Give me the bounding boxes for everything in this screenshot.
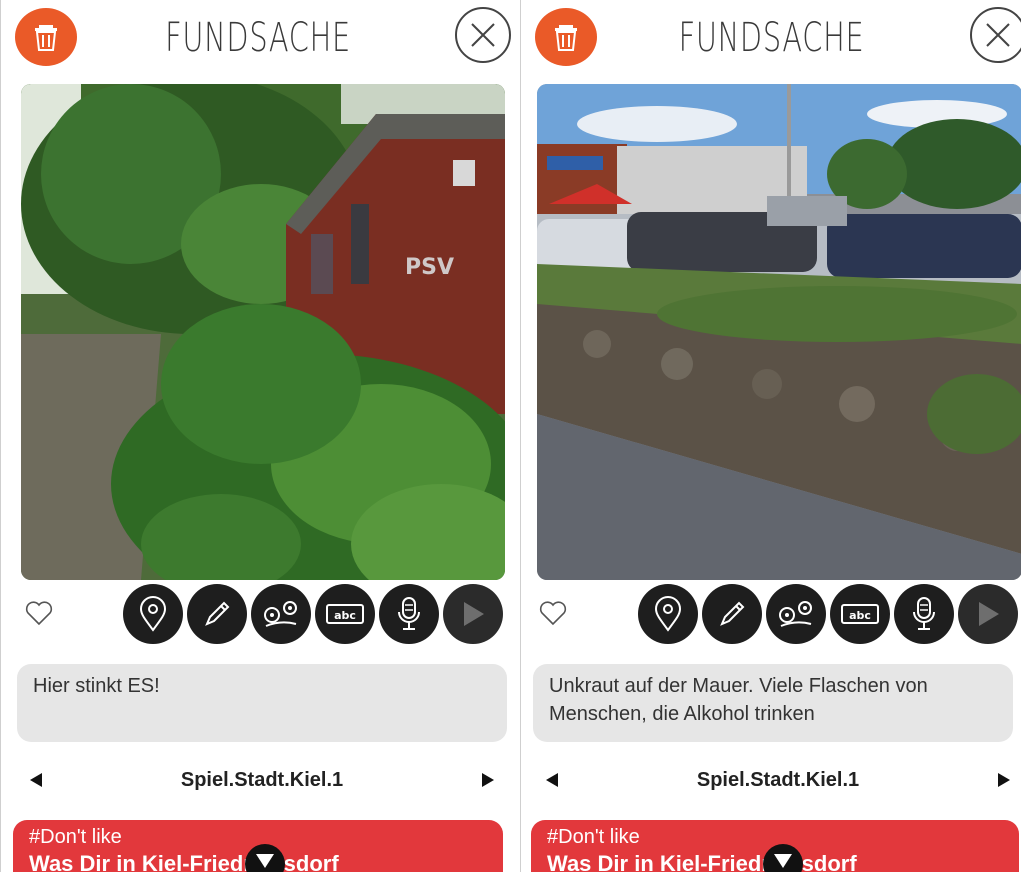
- map-pin-icon: [779, 601, 812, 627]
- edit-button[interactable]: [702, 584, 762, 644]
- previous-button[interactable]: [27, 771, 45, 789]
- map-button[interactable]: [251, 584, 311, 644]
- edit-button[interactable]: [187, 584, 247, 644]
- location-pin-icon: [139, 596, 167, 632]
- play-icon: [979, 602, 999, 626]
- previous-button[interactable]: [543, 771, 561, 789]
- keyboard-button[interactable]: abc: [315, 584, 375, 644]
- page-title: FUNDSACHE: [678, 15, 865, 61]
- location-button[interactable]: [638, 584, 698, 644]
- found-item-photo: PSV: [21, 84, 505, 580]
- close-icon: [471, 23, 495, 47]
- note-text: Hier stinkt ES!: [17, 664, 507, 742]
- play-button[interactable]: [958, 584, 1018, 644]
- found-item-photo: [537, 84, 1021, 580]
- svg-text:PSV: PSV: [405, 255, 454, 280]
- delete-button[interactable]: [15, 8, 77, 66]
- pencil-icon: [720, 601, 745, 626]
- collection-navigator: Spiel.Stadt.Kiel.1: [543, 762, 1013, 798]
- screen-right: FUNDSACHE abc Unkraut auf der Mauer. Vie…: [520, 0, 1021, 872]
- next-button[interactable]: [995, 771, 1013, 789]
- collection-navigator: Spiel.Stadt.Kiel.1: [27, 762, 497, 798]
- media-toolbar: abc: [123, 584, 503, 644]
- close-button[interactable]: [970, 7, 1021, 63]
- triangle-right-icon: [481, 773, 494, 787]
- microphone-icon: [398, 597, 420, 630]
- triangle-left-icon: [30, 773, 42, 787]
- svg-text:abc: abc: [849, 609, 871, 622]
- play-button[interactable]: [443, 584, 503, 644]
- svg-text:abc: abc: [334, 609, 356, 622]
- keyboard-icon: abc: [326, 604, 364, 624]
- like-heart-icon[interactable]: [24, 598, 54, 628]
- screen-left: FUNDSACHE PSV abc Hier stinkt ES! Spiel.…: [0, 0, 516, 872]
- collection-title: Spiel.Stadt.Kiel.1: [696, 768, 860, 791]
- close-icon: [986, 23, 1010, 47]
- chevron-down-icon: [774, 854, 792, 868]
- note-text: Unkraut auf der Mauer. Viele Flaschen vo…: [533, 664, 1013, 742]
- trash-icon: [555, 25, 577, 51]
- microphone-icon: [913, 597, 935, 630]
- location-pin-icon: [654, 596, 682, 632]
- triangle-left-icon: [546, 773, 558, 787]
- delete-button[interactable]: [535, 8, 597, 66]
- trash-icon: [35, 25, 57, 51]
- record-audio-button[interactable]: [894, 584, 954, 644]
- collection-title: Spiel.Stadt.Kiel.1: [180, 768, 344, 791]
- pencil-icon: [205, 601, 230, 626]
- media-toolbar: abc: [638, 584, 1018, 644]
- keyboard-icon: abc: [841, 604, 879, 624]
- record-audio-button[interactable]: [379, 584, 439, 644]
- page-title: FUNDSACHE: [165, 15, 351, 61]
- play-icon: [464, 602, 484, 626]
- location-button[interactable]: [123, 584, 183, 644]
- chevron-down-icon: [256, 854, 274, 868]
- next-button[interactable]: [479, 771, 497, 789]
- like-heart-icon[interactable]: [538, 598, 568, 628]
- close-button[interactable]: [455, 7, 511, 63]
- keyboard-button[interactable]: abc: [830, 584, 890, 644]
- map-pin-icon: [264, 601, 297, 627]
- map-button[interactable]: [766, 584, 826, 644]
- triangle-right-icon: [997, 773, 1010, 787]
